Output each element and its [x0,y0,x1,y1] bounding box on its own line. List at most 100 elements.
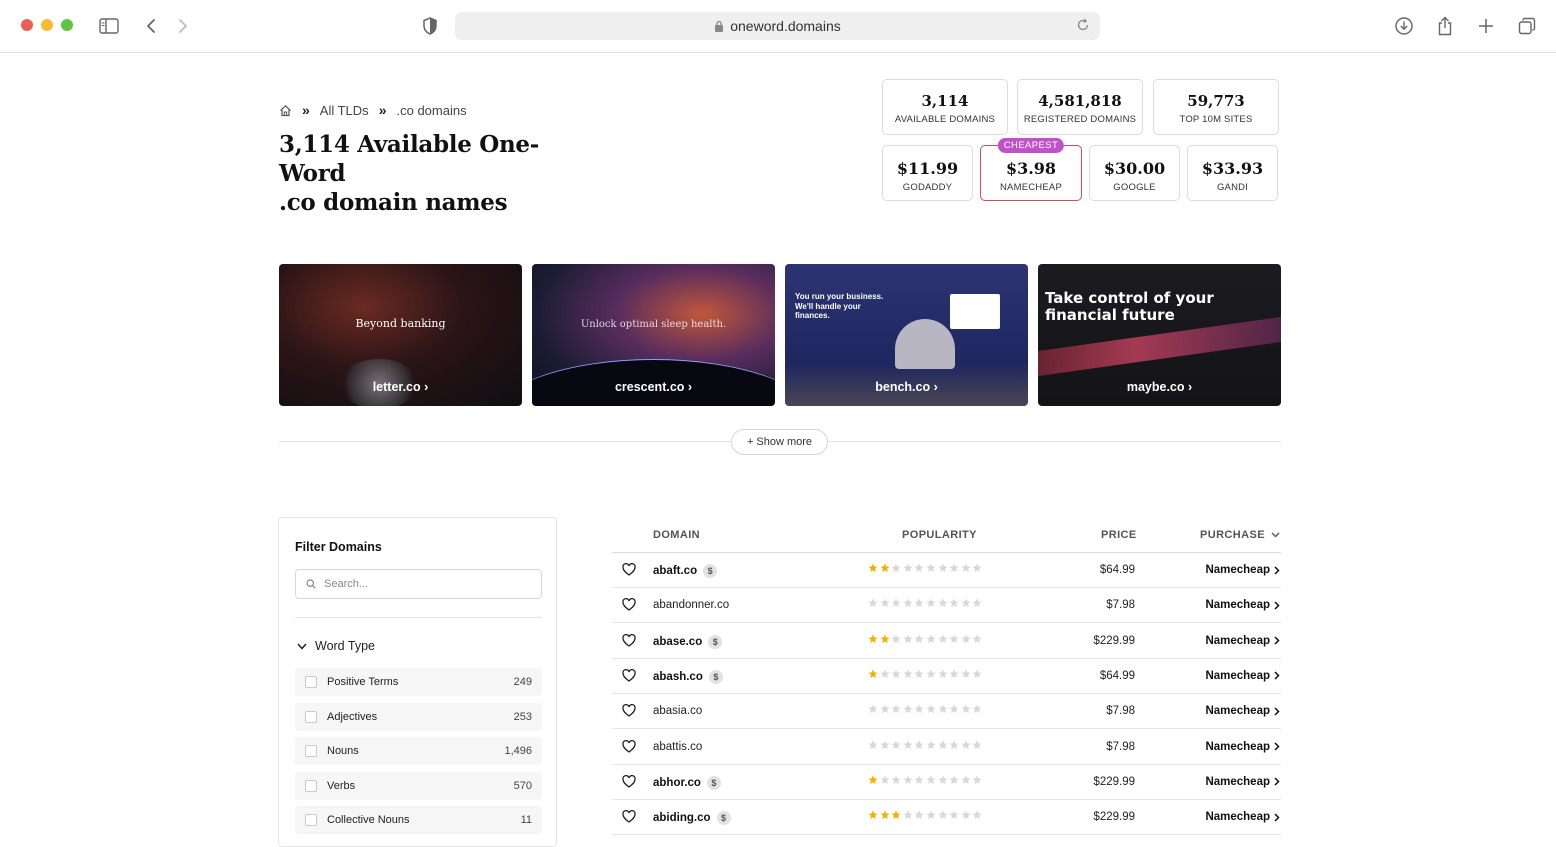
purchase-link[interactable]: Namecheap [1205,811,1280,823]
star-empty-icon [972,563,982,573]
star-empty-icon [903,634,913,644]
star-empty-icon [880,669,890,679]
heart-icon[interactable] [622,774,636,789]
showcase-card-crescent[interactable]: Unlock optimal sleep health. crescent.co… [532,264,775,406]
tab-overview-icon[interactable] [1515,14,1539,38]
chevron-right-icon [1274,707,1280,716]
star-filled-icon [868,810,878,820]
table-row[interactable]: abandonner.co $7.98 Namecheap [612,588,1281,624]
column-header-purchase[interactable]: PURCHASE [1200,529,1280,541]
column-header-popularity[interactable]: POPULARITY [902,529,977,541]
search-input[interactable]: Search... [295,569,542,599]
domain-name[interactable]: abase.co $ [653,634,723,649]
address-bar[interactable]: oneword.domains [455,12,1100,40]
table-row[interactable]: abaft.co $ $64.99 Namecheap [612,553,1281,588]
card-heading: You run your business. We'll handle your… [795,292,884,320]
purchase-link[interactable]: Namecheap [1205,670,1280,682]
table-row[interactable]: abasia.co $7.98 Namecheap [612,694,1281,730]
zoom-window-button[interactable] [61,19,73,31]
checkbox[interactable] [305,676,317,688]
domain-name[interactable]: abattis.co [653,741,702,753]
filter-item-verbs[interactable]: Verbs 570 [295,772,542,800]
showcase-card-bench[interactable]: You run your business. We'll handle your… [785,264,1028,406]
purchase-link[interactable]: Namecheap [1205,776,1280,788]
filter-item-adjectives[interactable]: Adjectives 253 [295,703,542,731]
new-tab-icon[interactable] [1474,14,1498,38]
heart-icon[interactable] [622,668,636,683]
price-gandi[interactable]: $33.93 GANDI [1187,145,1278,201]
table-row[interactable]: abhor.co $ $229.99 Namecheap [612,765,1281,800]
minimize-window-button[interactable] [41,19,53,31]
close-window-button[interactable] [21,19,33,31]
star-filled-icon [868,634,878,644]
checkbox[interactable] [305,745,317,757]
purchase-link[interactable]: Namecheap [1205,705,1280,717]
filter-item-positive-terms[interactable]: Positive Terms 249 [295,668,542,696]
heart-icon[interactable] [622,739,636,754]
stat-top-10m-sites: 59,773 TOP 10M SITES [1153,79,1279,135]
domain-name[interactable]: abasia.co [653,705,702,717]
heart-icon[interactable] [622,563,636,577]
purchase-link[interactable]: Namecheap [1205,635,1280,647]
heart-icon[interactable] [622,704,636,718]
table-row[interactable]: abiding.co $ $229.99 Namecheap [612,800,1281,836]
share-icon[interactable] [1433,14,1457,38]
purchase-link[interactable]: Namecheap [1205,564,1280,576]
checkbox[interactable] [305,814,317,826]
star-empty-icon [938,775,948,785]
stat-value: 4,581,818 [1038,92,1122,110]
checkbox[interactable] [305,711,317,723]
table-row[interactable]: abase.co $ $229.99 Namecheap [612,624,1281,659]
price-google[interactable]: $30.00 GOOGLE [1089,145,1180,201]
purchase-link[interactable]: Namecheap [1205,741,1280,753]
showcase-card-maybe[interactable]: Take control of your financial future ma… [1038,264,1281,406]
domain-name[interactable]: abiding.co $ [653,811,731,826]
registrar-label: GODADDY [902,182,953,193]
chevron-down-icon [297,643,307,650]
price-value: $33.93 [1201,159,1264,178]
heart-icon[interactable] [622,598,636,612]
domain-name[interactable]: abhor.co $ [653,775,721,790]
price-namecheap[interactable]: CHEAPEST $3.98 NAMECHEAP [980,138,1082,201]
domain-name[interactable]: abaft.co $ [653,564,718,578]
domain-price: $7.98 [1106,740,1135,753]
sidebar-toggle-icon[interactable] [97,14,121,38]
registrar-name: Namecheap [1205,564,1270,576]
breadcrumb-all-tlds[interactable]: All TLDs [320,103,369,118]
breadcrumb-co-domains[interactable]: .co domains [396,103,466,118]
domain-price: $7.98 [1106,705,1135,718]
domain-name[interactable]: abash.co $ [653,669,723,684]
star-empty-icon [949,704,959,714]
chevron-right-icon [1274,671,1280,680]
show-more-button[interactable]: + Show more [731,429,828,455]
filter-item-collective-nouns[interactable]: Collective Nouns 11 [295,806,542,834]
word-type-toggle[interactable]: Word Type [297,639,375,653]
back-icon[interactable] [139,14,163,38]
showcase-card-letter[interactable]: Beyond banking letter.co › [279,264,522,406]
forward-icon[interactable] [171,14,195,38]
purchase-link[interactable]: Namecheap [1205,599,1280,611]
price-godaddy[interactable]: $11.99 GODADDY [882,145,973,201]
table-row[interactable]: abash.co $ $64.99 Namecheap [612,659,1281,694]
table-row[interactable]: abattis.co $7.98 Namecheap [612,730,1281,765]
privacy-shield-icon[interactable] [418,14,442,38]
lock-icon [714,20,724,32]
page-title-line-1: 3,114 Available One-Word [279,131,539,187]
filter-item-nouns[interactable]: Nouns 1,496 [295,737,542,765]
stat-label: REGISTERED DOMAINS [1023,114,1137,125]
popularity-stars [868,810,984,820]
checkbox[interactable] [305,780,317,792]
filter-item-label: Positive Terms [327,676,399,688]
column-header-price[interactable]: PRICE [1101,529,1137,541]
domain-name[interactable]: abandonner.co [653,599,729,611]
reload-icon[interactable] [1076,18,1090,35]
star-empty-icon [903,740,913,750]
heart-icon[interactable] [622,633,636,648]
page-title: 3,114 Available One-Word .co domain name… [279,130,599,217]
star-empty-icon [949,810,959,820]
heart-icon[interactable] [622,810,636,824]
downloads-icon[interactable] [1392,14,1416,38]
premium-dollar-icon: $ [703,564,718,578]
column-header-domain[interactable]: DOMAIN [653,529,700,541]
home-icon[interactable] [279,104,292,117]
